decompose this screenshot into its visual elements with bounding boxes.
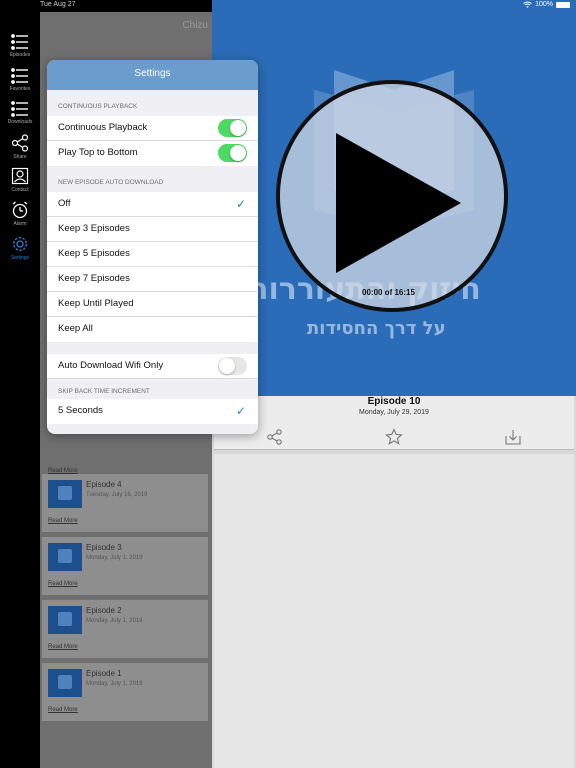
current-episode-title: Episode 10 [367, 396, 421, 407]
auto-download-header: NEW EPISODE AUTO DOWNLOAD [58, 179, 164, 186]
favorites-list-icon [11, 68, 28, 84]
auto-download-option-keep-3[interactable]: Keep 3 Episodes [47, 217, 258, 242]
list-item[interactable]: Episode 1 Monday, July 1, 2019 Read More [42, 663, 208, 721]
option-label: Off [58, 198, 71, 209]
continuous-playback-header: CONTINUOUS PLAYBACK [58, 103, 138, 110]
tab-contact-label: Contact [11, 187, 29, 193]
contact-icon [11, 167, 29, 185]
tab-favorites-label: Favorites [9, 86, 31, 92]
play-top-to-bottom-row: Play Top to Bottom [47, 141, 258, 166]
episode-thumbnail [48, 606, 82, 634]
tab-downloads[interactable]: Downloads [0, 101, 40, 133]
option-label: Keep All [58, 323, 93, 334]
tab-episodes-label: Episodes [9, 52, 31, 58]
read-more-link[interactable]: Read More [48, 707, 78, 713]
list-title: Chizu [182, 20, 208, 31]
option-label: Keep 5 Episodes [58, 248, 130, 259]
tab-downloads-label: Downloads [7, 119, 33, 125]
playback-time: 00:00 of 16:15 [362, 288, 415, 297]
artwork-subtitle: על דרך החסידות [307, 318, 446, 339]
auto-download-option-keep-5[interactable]: Keep 5 Episodes [47, 242, 258, 267]
option-label: Keep 3 Episodes [58, 223, 130, 234]
play-button[interactable] [276, 80, 508, 312]
star-icon[interactable] [385, 428, 403, 446]
auto-download-option-keep-until-played[interactable]: Keep Until Played [47, 292, 258, 317]
wifi-only-toggle[interactable] [218, 357, 247, 375]
wifi-icon [523, 1, 532, 8]
continuous-playback-group: Continuous Playback Play Top to Bottom [47, 116, 258, 166]
auto-download-group: Off ✓ Keep 3 Episodes Keep 5 Episodes Ke… [47, 192, 258, 342]
auto-download-option-keep-7[interactable]: Keep 7 Episodes [47, 267, 258, 292]
episode-actions [214, 424, 574, 450]
read-more-link[interactable]: Read More [48, 518, 78, 524]
option-label: 5 Seconds [58, 405, 103, 416]
auto-download-option-off[interactable]: Off ✓ [47, 192, 258, 217]
list-item[interactable]: Episode 4 Tuesday, July 16, 2019 Read Mo… [42, 474, 208, 532]
player-lower-area [214, 454, 574, 768]
battery-percent: 100% [535, 1, 553, 8]
tab-episodes[interactable]: Episodes [0, 34, 40, 66]
list-item[interactable]: Episode 2 Monday, July 1, 2019 Read More [42, 600, 208, 658]
read-more-link[interactable]: Read More [48, 581, 78, 587]
tab-share[interactable]: Share [0, 134, 40, 166]
checkmark-icon: ✓ [235, 404, 246, 418]
status-right: 100% [523, 1, 570, 8]
episode-date: Monday, July 1, 2019 [86, 555, 143, 561]
skip-back-header: SKIP BACK TIME INCREMENT [58, 388, 150, 395]
gear-icon [13, 237, 27, 251]
status-bar: Tue Aug 27 100% [0, 0, 576, 12]
episode-title: Episode 4 [86, 480, 122, 489]
player-pane: חיזוק והתעוררות על דרך החסידות 00:00 of … [212, 0, 576, 768]
episode-thumbnail [48, 543, 82, 571]
episode-date: Monday, July 1, 2019 [86, 618, 143, 624]
option-label: Keep Until Played [58, 298, 134, 309]
list-item[interactable]: Episode 3 Monday, July 1, 2019 Read More [42, 537, 208, 595]
tab-bar: Episodes Favorites Downloads Share Conta… [0, 0, 40, 768]
episode-date: Tuesday, July 16, 2019 [86, 492, 148, 498]
play-icon [336, 133, 461, 273]
download-icon[interactable] [504, 428, 522, 446]
wifi-only-label: Auto Download Wifi Only [58, 360, 164, 371]
battery-icon [556, 1, 570, 8]
tab-share-label: Share [13, 154, 27, 160]
status-time: Tue Aug 27 [40, 1, 76, 8]
wifi-only-row: Auto Download Wifi Only [47, 354, 258, 379]
tab-settings-label: Settings [10, 255, 30, 261]
continuous-playback-label: Continuous Playback [58, 122, 148, 133]
read-more-link[interactable]: Read More [48, 644, 78, 650]
episode-title: Episode 1 [86, 669, 122, 678]
episode-date: Monday, July 1, 2019 [86, 681, 143, 687]
tab-favorites[interactable]: Favorites [0, 68, 40, 100]
skip-back-option-5-seconds[interactable]: 5 Seconds ✓ [47, 399, 258, 424]
tab-alarm-label: Alarm [13, 221, 27, 227]
podcast-artwork: חיזוק והתעוררות על דרך החסידות 00:00 of … [212, 0, 576, 396]
downloads-list-icon [11, 101, 28, 117]
share-icon[interactable] [266, 428, 284, 446]
episode-thumbnail [48, 669, 82, 697]
option-label: Keep 7 Episodes [58, 273, 130, 284]
settings-title: Settings [47, 60, 258, 90]
episode-title: Episode 2 [86, 606, 122, 615]
tab-alarm[interactable]: Alarm [0, 201, 40, 233]
checkmark-icon: ✓ [235, 197, 246, 211]
auto-download-option-keep-all[interactable]: Keep All [47, 317, 258, 342]
play-top-to-bottom-toggle[interactable] [218, 144, 247, 162]
list-icon [11, 34, 28, 50]
play-top-to-bottom-label: Play Top to Bottom [58, 147, 138, 158]
tab-contact[interactable]: Contact [0, 167, 40, 199]
share-icon [11, 134, 29, 152]
settings-popover: Settings CONTINUOUS PLAYBACK Continuous … [47, 60, 258, 434]
tab-settings[interactable]: Settings [0, 235, 40, 267]
continuous-playback-toggle[interactable] [218, 119, 247, 137]
current-episode-date: Monday, July 29, 2019 [359, 409, 429, 416]
alarm-clock-icon [12, 201, 28, 219]
episode-title: Episode 3 [86, 543, 122, 552]
episode-thumbnail [48, 480, 82, 508]
continuous-playback-row: Continuous Playback [47, 116, 258, 141]
